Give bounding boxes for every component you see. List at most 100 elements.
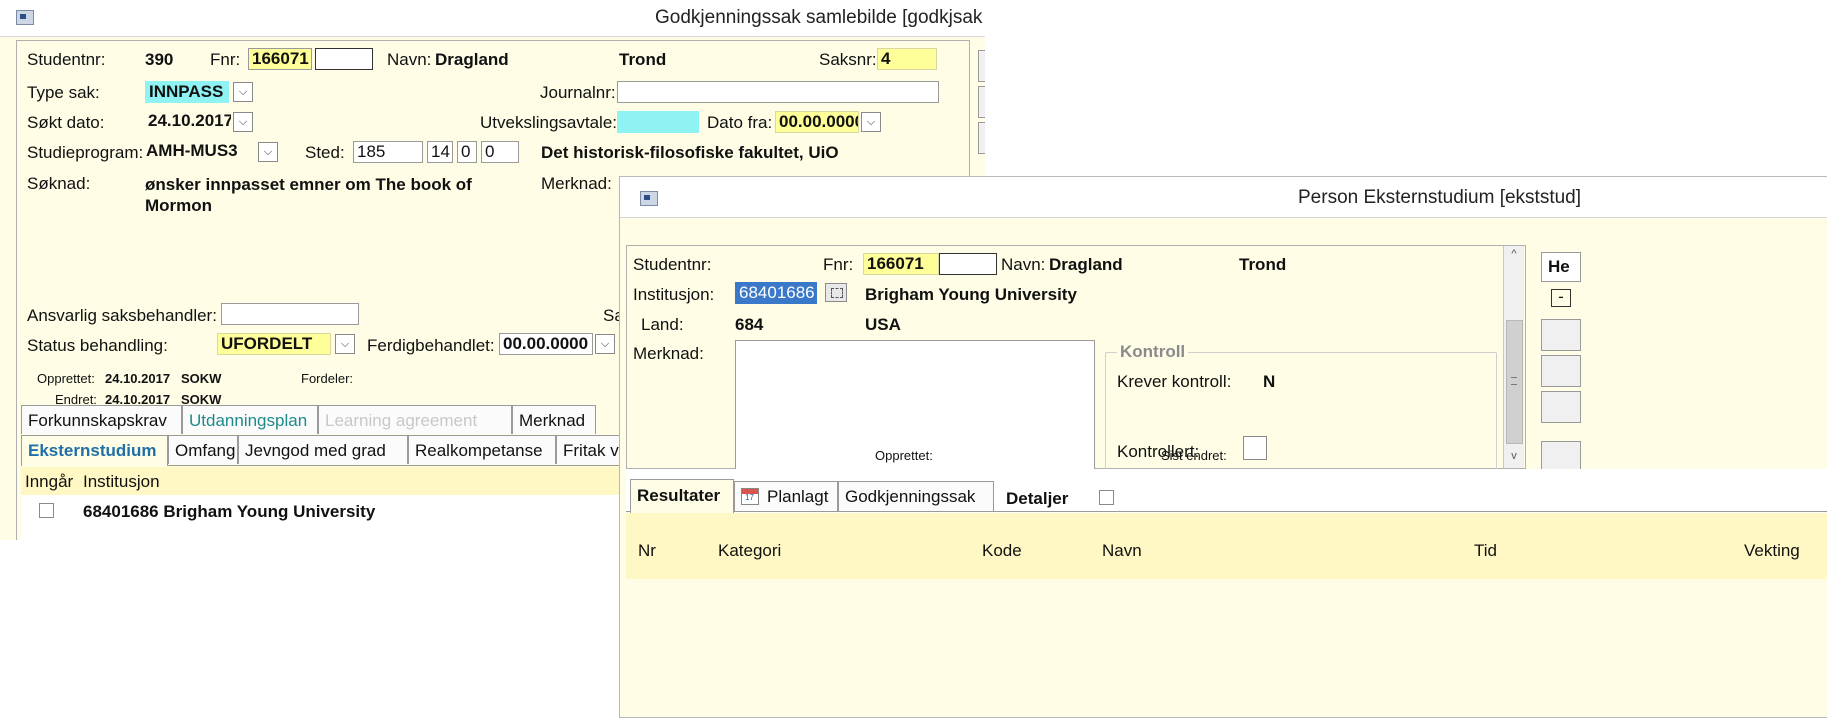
win1-side-button-3[interactable]: [978, 122, 985, 154]
tab-forkunnskapskrav[interactable]: Forkunnskapskrav: [21, 405, 182, 434]
win2-title: Person Eksternstudium [ekststud]: [1298, 187, 1582, 208]
col-kode: Kode: [982, 541, 1022, 560]
sted-navn: Det historisk-filosofiske fakultet, UiO: [541, 143, 839, 162]
w2-side-button-1[interactable]: [1541, 319, 1581, 351]
scroll-thumb[interactable]: [1506, 320, 1523, 444]
results-body: [626, 579, 1827, 717]
ferdigbehandlet-field[interactable]: 00.00.0000: [499, 333, 593, 355]
studentnr-label: Studentnr:: [27, 50, 106, 69]
status-label: Status behandling:: [27, 336, 168, 355]
win1-title: Godkjenningssak samlebilde [godkjsak: [655, 7, 983, 28]
person-eksternstudium-window: Person Eksternstudium [ekststud] Student…: [619, 176, 1827, 718]
fnr-label: Fnr:: [210, 50, 241, 69]
list-header-inngar: Inngår: [25, 472, 74, 491]
w2-side-label: He: [1548, 257, 1570, 276]
calendar-icon: 17: [741, 488, 759, 505]
tab-planlagt[interactable]: 17 Planlagt: [734, 481, 838, 511]
w2-sist-endret-label: Sist endret:: [1161, 448, 1227, 463]
w2-institusjon-label: Institusjon:: [633, 285, 715, 304]
ansvarlig-field[interactable]: [221, 303, 359, 325]
list-header-institusjon: Institusjon: [83, 472, 160, 491]
ferdigbehandlet-label: Ferdigbehandlet:: [367, 336, 495, 355]
sted-field[interactable]: 185: [353, 141, 423, 163]
detaljer-checkbox[interactable]: [1099, 490, 1114, 505]
fornavn-value: Trond: [619, 50, 667, 69]
list-row-checkbox[interactable]: [39, 503, 54, 518]
win1-side-button-1[interactable]: [978, 50, 985, 82]
tab-learning-agreement: Learning agreement: [318, 405, 512, 434]
studentnr-value: 390: [145, 50, 174, 69]
saksnr-field[interactable]: 4: [877, 48, 937, 70]
list-row[interactable]: 68401686 Brigham Young University: [83, 502, 375, 522]
tab-fritak[interactable]: Fritak v: [556, 435, 626, 464]
fnr-extension-field[interactable]: [315, 48, 373, 70]
w2-side-button-he[interactable]: He: [1541, 252, 1581, 282]
ferdigbehandlet-dropdown-icon[interactable]: ⌵: [595, 334, 615, 354]
merknad-label: Merknad:: [541, 174, 612, 193]
ansvarlig-label: Ansvarlig saksbehandler:: [27, 306, 217, 325]
type-sak-field[interactable]: INNPASS: [145, 81, 229, 103]
win2-form: Studentnr: Fnr: 166071 Navn: Dragland Tr…: [626, 245, 1526, 478]
journalnr-label: Journalnr:: [540, 83, 616, 102]
col-nr: Nr: [638, 541, 656, 560]
scroll-down-icon[interactable]: v: [1504, 450, 1524, 466]
w2-scrollbar[interactable]: ^ v: [1503, 246, 1524, 468]
w2-opprettet-label: Opprettet:: [875, 448, 933, 463]
sted-field-4[interactable]: 0: [481, 141, 519, 163]
soknad-text[interactable]: ønsker innpasset emner om The book of Mo…: [145, 174, 475, 216]
type-sak-dropdown-icon[interactable]: ⌵: [233, 82, 253, 102]
tab-merknad[interactable]: Merknad: [512, 405, 596, 434]
w2-land-navn: USA: [865, 315, 901, 334]
type-sak-label: Type sak:: [27, 83, 100, 102]
tab-godkjenningssak[interactable]: Godkjenningssak: [838, 481, 994, 511]
dato-fra-field[interactable]: 00.00.0000: [775, 111, 859, 133]
w2-navn-label: Navn:: [1001, 255, 1046, 274]
w2-fnr-field[interactable]: 166071: [863, 253, 939, 275]
kontrollert-checkbox[interactable]: [1243, 436, 1267, 460]
col-kategori: Kategori: [718, 541, 782, 560]
dato-fra-dropdown-icon[interactable]: ⌵: [861, 112, 881, 132]
tab-realkompetanse[interactable]: Realkompetanse: [408, 435, 556, 464]
col-tid: Tid: [1474, 541, 1497, 560]
studieprogram-field[interactable]: AMH-MUS3: [143, 141, 253, 163]
tab-omfang[interactable]: Omfang: [168, 435, 238, 464]
status-dropdown-icon[interactable]: ⌵: [335, 334, 355, 354]
dato-fra-label: Dato fra:: [707, 113, 773, 132]
col-navn: Navn: [1102, 541, 1142, 560]
w2-land-nr: 684: [735, 315, 764, 334]
w2-side-minus-button[interactable]: -: [1551, 288, 1571, 307]
utvekslingsavtale-field[interactable]: [617, 111, 699, 133]
window-menu-icon[interactable]: [16, 10, 34, 25]
w2-fnr-extension-field[interactable]: [939, 253, 997, 275]
sted-field-2[interactable]: 14: [427, 141, 453, 163]
sokt-dato-label: Søkt dato:: [27, 113, 105, 132]
navn-label: Navn:: [387, 50, 432, 69]
tab-resultater[interactable]: Resultater: [630, 479, 734, 513]
sted-field-3[interactable]: 0: [457, 141, 477, 163]
win1-side-button-2[interactable]: [978, 86, 985, 118]
scroll-up-icon[interactable]: ^: [1504, 248, 1524, 264]
soknad-label: Søknad:: [27, 174, 91, 193]
w2-side-button-2[interactable]: [1541, 355, 1581, 387]
w2-institusjon-navn: Brigham Young University: [865, 285, 1077, 304]
studieprogram-label: Studieprogram:: [27, 143, 144, 162]
w2-merknad-label: Merknad:: [633, 344, 704, 363]
tab-utdanningsplan[interactable]: Utdanningsplan: [182, 405, 318, 434]
sokt-dato-field[interactable]: 24.10.2017: [145, 111, 231, 133]
fnr-field[interactable]: 166071: [248, 48, 312, 70]
journalnr-field[interactable]: [617, 81, 939, 103]
w2-side-button-3[interactable]: [1541, 391, 1581, 423]
kontroll-title: Kontroll: [1117, 342, 1189, 362]
etternavn-value: Dragland: [435, 50, 509, 69]
tab-jevngod-med-grad[interactable]: Jevngod med grad: [238, 435, 408, 464]
results-header: [626, 513, 1827, 579]
studieprogram-dropdown-icon[interactable]: ⌵: [258, 142, 278, 162]
tab-eksternstudium[interactable]: Eksternstudium: [21, 435, 168, 466]
w2-etternavn: Dragland: [1049, 255, 1123, 274]
window-menu-icon[interactable]: [640, 191, 658, 206]
col-vekting: Vekting: [1744, 541, 1800, 560]
w2-institusjon-field[interactable]: 68401686: [735, 282, 817, 304]
lookup-icon[interactable]: [825, 283, 847, 302]
sokt-dato-dropdown-icon[interactable]: ⌵: [233, 112, 253, 132]
status-field[interactable]: UFORDELT: [217, 333, 331, 355]
